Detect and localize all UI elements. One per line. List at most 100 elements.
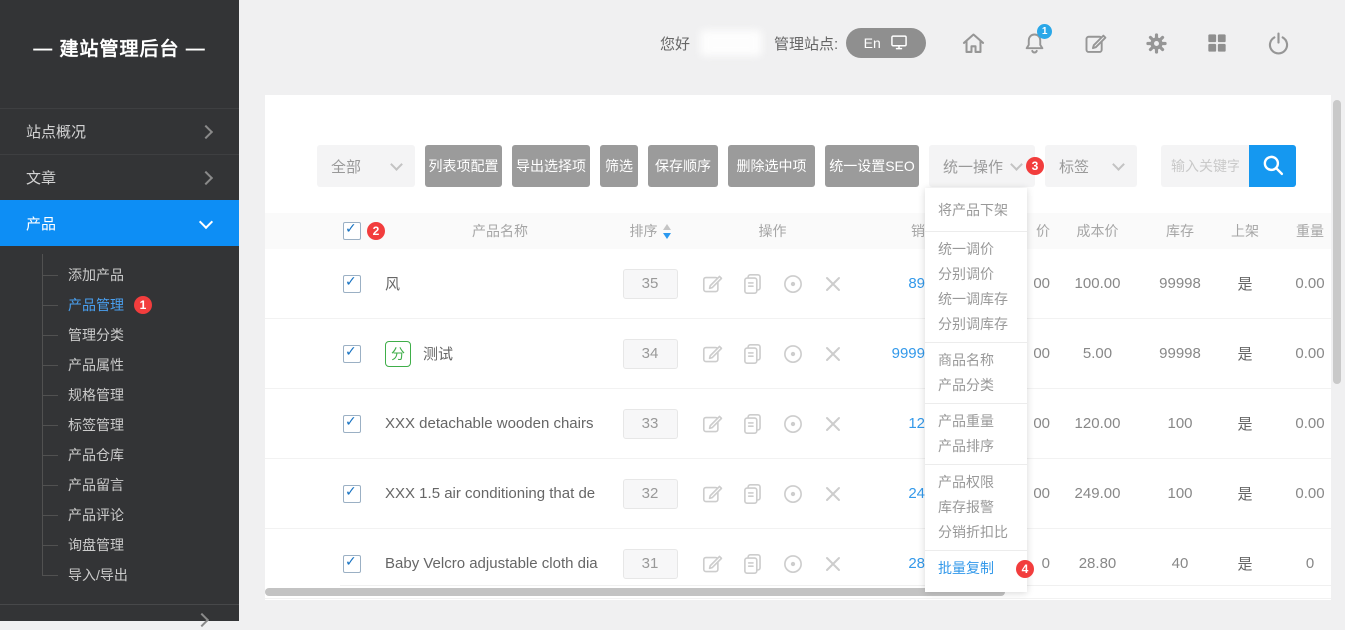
menu-item-3-0[interactable]: 产品重量 <box>925 409 1027 434</box>
copy-icon[interactable] <box>740 551 766 577</box>
sort-input[interactable] <box>623 339 678 369</box>
menu-item-2-1[interactable]: 产品分类 <box>925 373 1027 398</box>
delete-icon[interactable] <box>820 341 846 367</box>
menu-item-1-3[interactable]: 分别调库存 <box>925 312 1027 337</box>
menu-item-3-1[interactable]: 产品排序 <box>925 434 1027 459</box>
apps-grid-icon[interactable] <box>1203 29 1231 57</box>
batch-step-badge: 3 <box>1026 157 1044 175</box>
select-all-checkbox[interactable] <box>343 222 361 240</box>
delete-icon[interactable] <box>820 481 846 507</box>
app-title: — 建站管理后台 — <box>0 0 239 61</box>
menu-item-1-2[interactable]: 统一调库存 <box>925 287 1027 312</box>
sidebar-subitem-7[interactable]: 产品留言 <box>0 470 239 500</box>
menu-item-2-0[interactable]: 商品名称 <box>925 348 1027 373</box>
preview-icon[interactable] <box>780 341 806 367</box>
edit-icon[interactable] <box>700 481 726 507</box>
toolbar-button-0[interactable]: 列表项配置 <box>425 145 502 187</box>
preview-icon[interactable] <box>780 551 806 577</box>
column-header-actions: 操作 <box>685 213 860 249</box>
settings-gear-icon[interactable] <box>1142 29 1170 57</box>
sidebar-subitem-3[interactable]: 产品属性 <box>0 350 239 380</box>
preview-icon[interactable] <box>780 271 806 297</box>
power-logout-icon[interactable] <box>1264 29 1292 57</box>
preview-icon[interactable] <box>780 481 806 507</box>
delete-icon[interactable] <box>820 411 846 437</box>
search-icon <box>1260 152 1286 181</box>
chevron-down-icon <box>199 214 213 228</box>
language-site-switcher[interactable]: En <box>846 28 926 58</box>
batch-operation-dropdown[interactable]: 统一操作 3 <box>929 145 1035 187</box>
sidebar-item-2[interactable]: 产品 <box>0 200 239 246</box>
sort-input[interactable] <box>623 409 678 439</box>
menu-item-4-2[interactable]: 分销折扣比 <box>925 520 1027 545</box>
sidebar-next-section[interactable] <box>197 612 207 630</box>
sidebar-subitem-1[interactable]: 产品管理1 <box>0 290 239 320</box>
delete-icon[interactable] <box>820 551 846 577</box>
copy-icon[interactable] <box>740 271 766 297</box>
sidebar-subitem-4[interactable]: 规格管理 <box>0 380 239 410</box>
product-name: Baby Velcro adjustable cloth dia <box>385 555 598 572</box>
sidebar-subitem-6[interactable]: 产品仓库 <box>0 440 239 470</box>
toolbar-button-3[interactable]: 保存顺序 <box>648 145 718 187</box>
menu-item-label: 产品重量 <box>938 413 994 429</box>
edit-icon[interactable] <box>700 411 726 437</box>
sidebar-item-1[interactable]: 文章 <box>0 154 239 200</box>
sort-arrows-icon[interactable] <box>663 224 671 239</box>
copy-icon[interactable] <box>740 341 766 367</box>
column-header-sort[interactable]: 排序 <box>615 213 685 249</box>
sort-input[interactable] <box>623 549 678 579</box>
row-checkbox[interactable] <box>343 555 361 573</box>
category-filter-label: 全部 <box>331 156 361 177</box>
row-checkbox[interactable] <box>343 345 361 363</box>
monitor-icon <box>889 32 909 55</box>
copy-icon[interactable] <box>740 481 766 507</box>
toolbar-button-1[interactable]: 导出选择项 <box>512 145 590 187</box>
menu-item-4-0[interactable]: 产品权限 <box>925 470 1027 495</box>
menu-item-label: 分别调价 <box>938 266 994 282</box>
edit-icon[interactable] <box>700 551 726 577</box>
category-filter-dropdown[interactable]: 全部 <box>317 145 415 187</box>
sidebar-subitem-label: 产品属性 <box>68 355 124 375</box>
cost-price: 100.00 <box>1050 249 1145 318</box>
sidebar-item-0[interactable]: 站点概况 <box>0 108 239 154</box>
sort-input[interactable] <box>623 269 678 299</box>
row-checkbox[interactable] <box>343 415 361 433</box>
menu-group: 商品名称产品分类 <box>925 342 1027 403</box>
toolbar-button-4[interactable]: 删除选中项 <box>728 145 815 187</box>
edit-icon[interactable] <box>700 341 726 367</box>
sort-input[interactable] <box>623 479 678 509</box>
product-name: 测试 <box>423 343 453 364</box>
search-input[interactable] <box>1161 145 1249 187</box>
toolbar-button-2[interactable]: 筛选 <box>600 145 638 187</box>
menu-item-1-1[interactable]: 分别调价 <box>925 262 1027 287</box>
home-icon[interactable] <box>959 29 987 57</box>
delete-icon[interactable] <box>820 271 846 297</box>
row-checkbox[interactable] <box>343 275 361 293</box>
vertical-scrollbar[interactable] <box>1333 100 1341 384</box>
toolbar-button-5[interactable]: 统一设置SEO <box>825 145 919 187</box>
edit-icon[interactable] <box>700 271 726 297</box>
sidebar-subitem-9[interactable]: 询盘管理 <box>0 530 239 560</box>
horizontal-scrollbar[interactable] <box>265 588 1005 596</box>
menu-item-5-0[interactable]: 批量复制4 <box>925 556 1027 581</box>
cost-price: 120.00 <box>1050 389 1145 458</box>
sidebar-subitem-0[interactable]: 添加产品 <box>0 260 239 290</box>
menu-item-4-1[interactable]: 库存报警 <box>925 495 1027 520</box>
menu-item-0-0[interactable]: 将产品下架 <box>925 198 1027 223</box>
compose-edit-icon[interactable] <box>1081 29 1109 57</box>
row-checkbox[interactable] <box>343 485 361 503</box>
cost-price: 5.00 <box>1050 319 1145 388</box>
sidebar-subitem-5[interactable]: 标签管理 <box>0 410 239 440</box>
sidebar-subitem-2[interactable]: 管理分类 <box>0 320 239 350</box>
notifications-bell-icon[interactable]: 1 <box>1020 29 1048 57</box>
menu-item-1-0[interactable]: 统一调价 <box>925 237 1027 262</box>
search-button[interactable] <box>1249 145 1296 187</box>
sidebar-subitem-10[interactable]: 导入/导出 <box>0 560 239 590</box>
preview-icon[interactable] <box>780 411 806 437</box>
tag-filter-dropdown[interactable]: 标签 <box>1045 145 1137 187</box>
language-label: En <box>864 35 881 51</box>
copy-icon[interactable] <box>740 411 766 437</box>
sidebar-subitem-8[interactable]: 产品评论 <box>0 500 239 530</box>
category-tag: 分 <box>385 341 411 367</box>
manage-site-label: 管理站点: <box>774 33 838 54</box>
